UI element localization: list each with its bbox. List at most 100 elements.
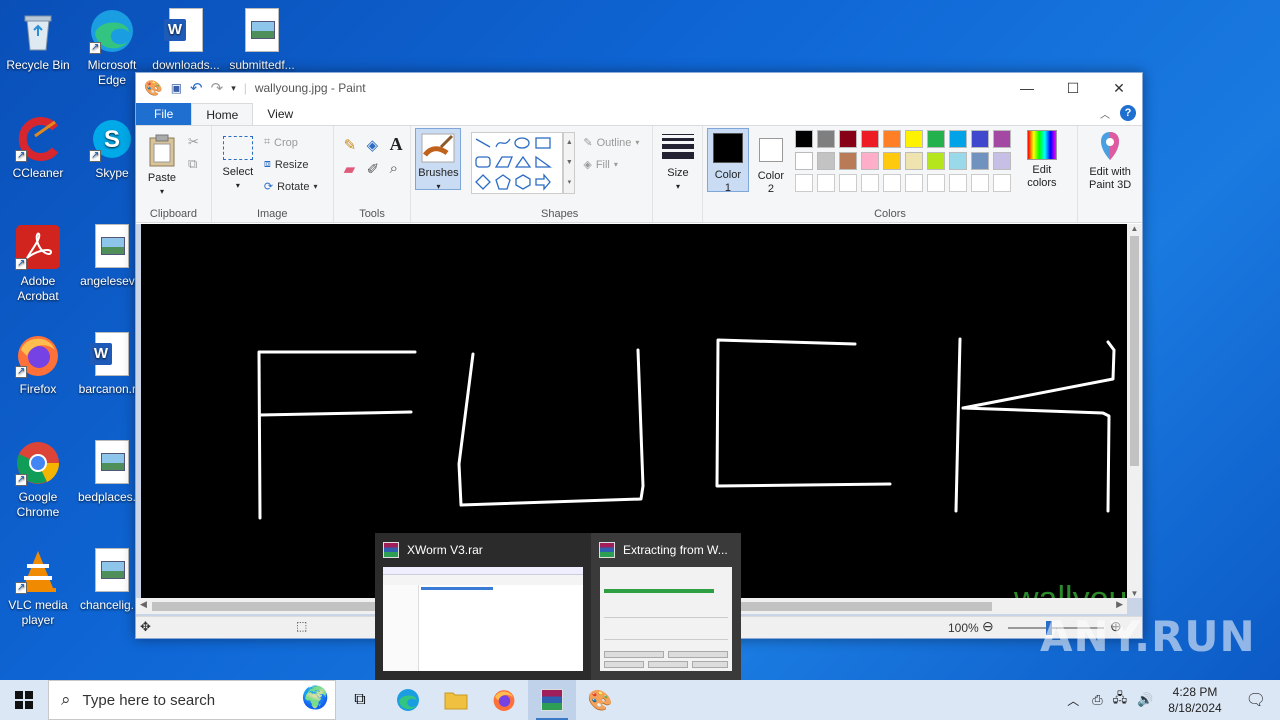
palette-swatch[interactable] bbox=[904, 152, 923, 170]
zoom-out-icon[interactable]: ⊖ bbox=[982, 618, 994, 635]
colors-group-label: Colors bbox=[874, 208, 906, 220]
fill-bucket-icon[interactable]: ◈ bbox=[367, 136, 379, 154]
fill-button[interactable]: ◈ Fill ▾ bbox=[583, 158, 618, 172]
palette-swatch[interactable] bbox=[860, 152, 879, 170]
color-picker-icon[interactable]: ✐ bbox=[367, 160, 380, 178]
palette-swatch[interactable] bbox=[992, 152, 1011, 170]
palette-swatch[interactable] bbox=[816, 152, 835, 170]
shapes-gallery[interactable] bbox=[471, 132, 564, 194]
vertical-scroll-thumb[interactable] bbox=[1130, 236, 1139, 466]
edit-with-paint3d-button[interactable]: Edit with Paint 3D bbox=[1080, 130, 1140, 192]
desktop-icon-ccleaner[interactable]: CCleaner bbox=[0, 116, 76, 181]
palette-swatch[interactable] bbox=[816, 174, 835, 192]
tools-group-label: Tools bbox=[359, 208, 385, 220]
task-view-button[interactable]: ⧉ bbox=[336, 680, 384, 720]
svg-text:S: S bbox=[104, 126, 120, 153]
undo-icon[interactable]: ↶ bbox=[190, 79, 203, 97]
customize-qa-icon[interactable]: ▾ bbox=[231, 83, 236, 94]
tab-home[interactable]: Home bbox=[191, 103, 254, 125]
eraser-icon[interactable]: ▰ bbox=[344, 160, 356, 178]
select-icon bbox=[222, 136, 253, 160]
minimize-button[interactable]: — bbox=[1004, 73, 1050, 103]
shapes-scroll[interactable]: ▲ ▼ ▾ bbox=[563, 132, 576, 194]
tab-view[interactable]: View bbox=[253, 103, 307, 125]
preview-item-xworm[interactable]: XWorm V3.rar bbox=[375, 533, 591, 680]
palette-swatch[interactable] bbox=[992, 174, 1011, 192]
palette-swatch[interactable] bbox=[794, 174, 813, 192]
taskbar-edge[interactable] bbox=[384, 680, 432, 720]
preview-item-extracting[interactable]: Extracting from W... bbox=[591, 533, 741, 680]
taskbar-winrar[interactable] bbox=[528, 680, 576, 720]
desktop-icon-firefox[interactable]: Firefox bbox=[0, 332, 76, 397]
show-hidden-icons[interactable]: ︿ bbox=[1059, 692, 1087, 709]
vertical-scrollbar[interactable]: ▲ ▼ bbox=[1127, 224, 1142, 598]
palette-swatch[interactable] bbox=[970, 152, 989, 170]
taskbar-paint[interactable]: 🎨 bbox=[576, 680, 624, 720]
palette-swatch[interactable] bbox=[904, 174, 923, 192]
palette-swatch[interactable] bbox=[794, 130, 813, 148]
redo-icon[interactable]: ↷ bbox=[211, 79, 224, 97]
desktop-icon-downloads[interactable]: W downloads... bbox=[148, 8, 224, 73]
desktop-icon-chrome[interactable]: Google Chrome bbox=[0, 440, 76, 520]
pencil-icon[interactable]: ✎ bbox=[344, 136, 357, 154]
palette-swatch[interactable] bbox=[838, 130, 857, 148]
collapse-ribbon-icon[interactable]: ︿ bbox=[1100, 106, 1110, 121]
palette-swatch[interactable] bbox=[882, 130, 901, 148]
help-icon[interactable]: ? bbox=[1120, 105, 1136, 121]
palette-swatch[interactable] bbox=[926, 152, 945, 170]
select-button[interactable]: Select ▾ bbox=[220, 136, 256, 192]
rotate-button[interactable]: ⟳ Rotate ▾ bbox=[264, 180, 318, 194]
palette-swatch[interactable] bbox=[882, 152, 901, 170]
palette-swatch[interactable] bbox=[838, 152, 857, 170]
start-button[interactable] bbox=[0, 680, 48, 720]
notifications-icon[interactable]: 🗨 bbox=[1232, 690, 1280, 710]
palette-swatch[interactable] bbox=[860, 130, 879, 148]
palette-swatch[interactable] bbox=[882, 174, 901, 192]
palette-swatch[interactable] bbox=[838, 174, 857, 192]
desktop-icon-vlc[interactable]: VLC media player bbox=[0, 548, 76, 628]
device-icon[interactable]: ⎙ bbox=[1087, 692, 1107, 708]
taskbar-search-box[interactable]: ⌕ Type here to search 🌍 bbox=[48, 680, 336, 720]
tab-file[interactable]: File bbox=[136, 103, 192, 125]
desktop-icon-submitted[interactable]: submittedf... bbox=[224, 8, 300, 73]
palette-swatch[interactable] bbox=[970, 130, 989, 148]
desktop-icon-acrobat[interactable]: Adobe Acrobat bbox=[0, 224, 76, 304]
palette-swatch[interactable] bbox=[926, 174, 945, 192]
edit-colors-button[interactable]: Edit colors bbox=[1019, 130, 1065, 190]
paste-button[interactable]: Paste ▾ bbox=[144, 134, 180, 198]
title-bar[interactable]: 🎨 ▣ ↶ ↷ ▾ | wallyoung.jpg - Paint — ☐ ✕ bbox=[136, 73, 1142, 103]
resize-button[interactable]: ⧈ Resize bbox=[264, 158, 309, 171]
size-button[interactable]: Size ▾ bbox=[661, 132, 695, 193]
palette-swatch[interactable] bbox=[948, 174, 967, 192]
crop-button[interactable]: ⌗ Crop bbox=[264, 136, 298, 149]
color1-button[interactable]: Color 1 bbox=[706, 128, 749, 194]
palette-swatch[interactable] bbox=[948, 152, 967, 170]
anyrun-watermark: ANY.RUN bbox=[1040, 612, 1256, 661]
maximize-button[interactable]: ☐ bbox=[1050, 73, 1096, 103]
paint-app-icon: 🎨 bbox=[144, 80, 163, 97]
desktop-icon-recycle-bin[interactable]: Recycle Bin bbox=[0, 8, 76, 73]
copy-icon[interactable]: ⧉ bbox=[188, 156, 197, 172]
text-tool-icon[interactable]: A bbox=[390, 134, 403, 155]
palette-swatch[interactable] bbox=[794, 152, 813, 170]
network-icon[interactable]: 🖧 bbox=[1108, 689, 1133, 711]
palette-swatch[interactable] bbox=[970, 174, 989, 192]
color2-button[interactable]: Color 2 bbox=[751, 128, 791, 195]
magnifier-icon[interactable]: ⌕ bbox=[390, 160, 398, 177]
palette-swatch[interactable] bbox=[816, 130, 835, 148]
taskbar-file-explorer[interactable] bbox=[432, 680, 480, 720]
brushes-button[interactable]: Brushes ▾ bbox=[415, 128, 462, 191]
palette-swatch[interactable] bbox=[992, 130, 1011, 148]
save-icon[interactable]: ▣ bbox=[171, 81, 182, 95]
palette-swatch[interactable] bbox=[904, 130, 923, 148]
quick-access-toolbar: 🎨 ▣ ↶ ↷ ▾ | bbox=[144, 79, 247, 97]
cut-icon[interactable]: ✂ bbox=[188, 134, 199, 150]
palette-swatch[interactable] bbox=[926, 130, 945, 148]
volume-icon[interactable]: 🔊 bbox=[1132, 692, 1158, 708]
clock[interactable]: 4:28 PM 8/18/2024 bbox=[1158, 684, 1231, 716]
outline-button[interactable]: ✎ Outline ▾ bbox=[583, 136, 639, 150]
taskbar-firefox[interactable] bbox=[480, 680, 528, 720]
palette-swatch[interactable] bbox=[860, 174, 879, 192]
close-button[interactable]: ✕ bbox=[1096, 73, 1142, 103]
palette-swatch[interactable] bbox=[948, 130, 967, 148]
